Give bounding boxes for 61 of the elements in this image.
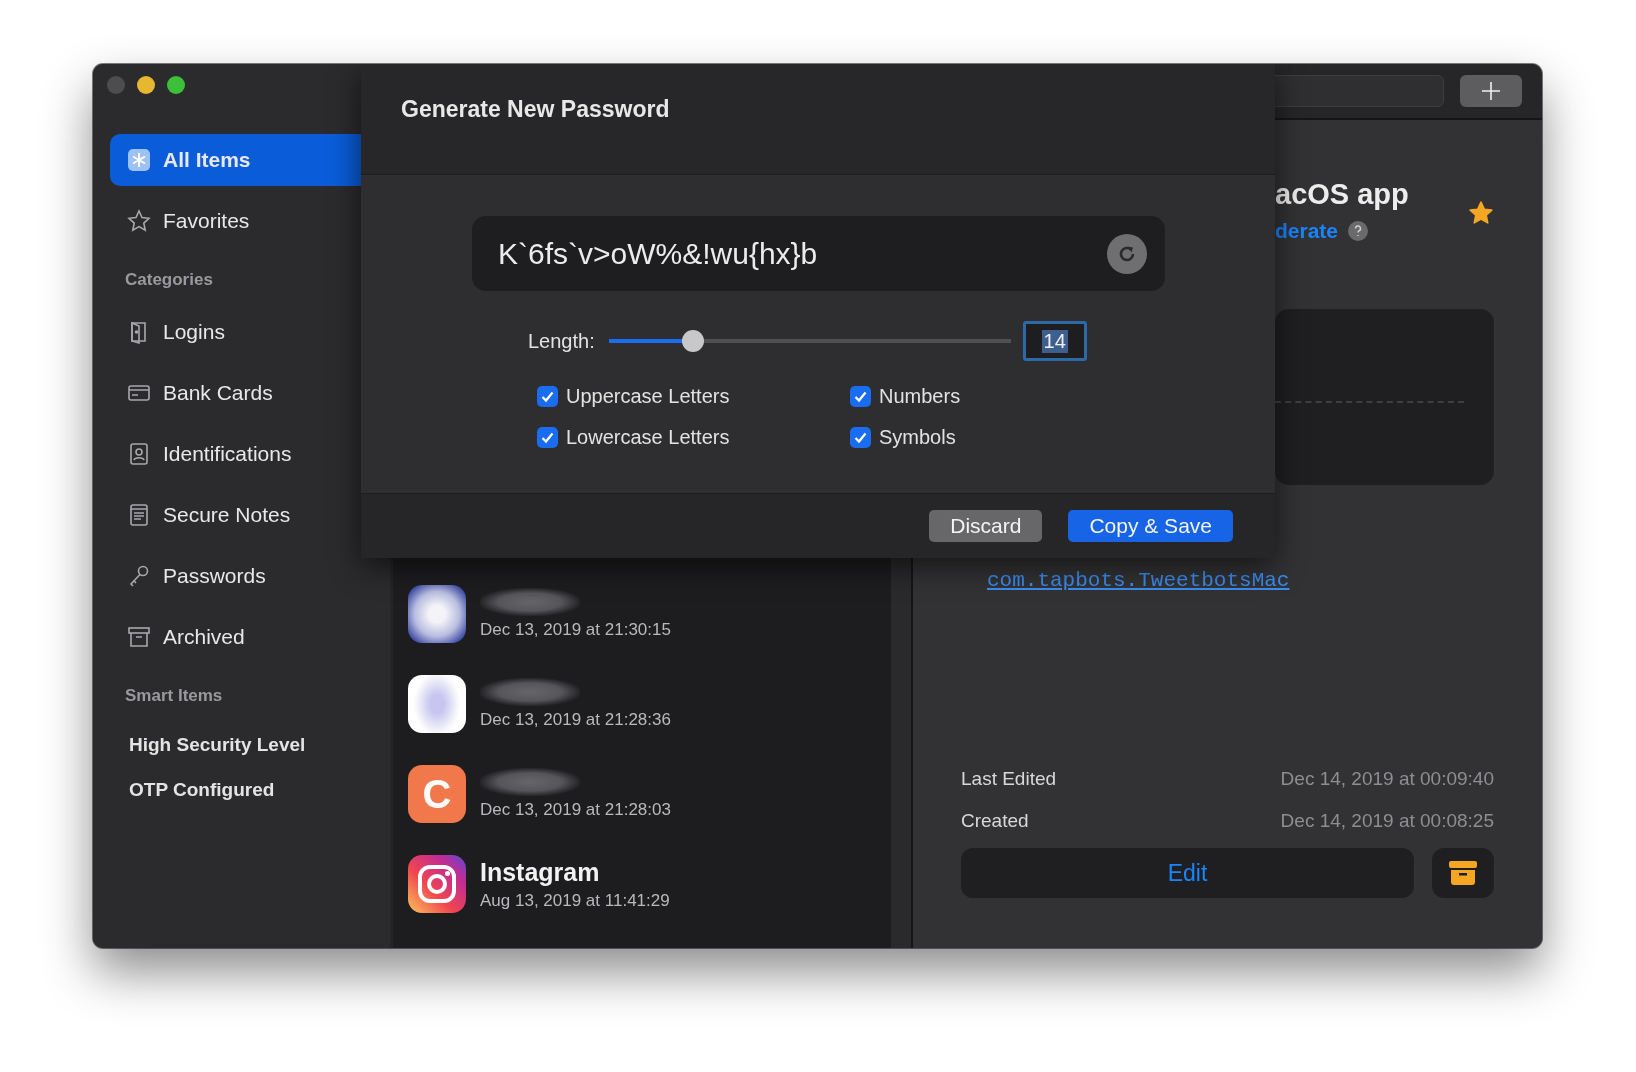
star-icon: [127, 209, 151, 233]
star-icon[interactable]: [1468, 200, 1494, 226]
check-icon: [853, 430, 868, 445]
add-button[interactable]: [1460, 75, 1522, 107]
item-date: Dec 13, 2019 at 21:28:03: [480, 800, 671, 820]
sidebar-item[interactable]: Secure Notes: [110, 489, 390, 541]
item-title: Instagram: [480, 857, 601, 887]
option-checkbox[interactable]: Lowercase Letters: [537, 426, 850, 449]
length-label: Length:: [528, 329, 595, 353]
save-button[interactable]: Copy & Save: [1068, 510, 1233, 542]
sidebar-item[interactable]: Identifications: [110, 428, 390, 480]
section-heading: Smart Items: [124, 685, 224, 707]
meta-value: Dec 14, 2019 at 00:09:40: [1280, 768, 1494, 790]
sidebar-item[interactable]: Bank Cards: [110, 367, 390, 419]
app-icon: C: [408, 765, 466, 823]
check-icon: [540, 430, 555, 445]
sidebar-item[interactable]: Archived: [110, 611, 390, 663]
section-heading: Categories: [124, 269, 214, 291]
discard-button[interactable]: Discard: [929, 510, 1043, 542]
refresh-button[interactable]: [1107, 233, 1147, 274]
meta-label: Created: [961, 810, 1029, 832]
meta-label: Last Edited: [961, 768, 1057, 790]
note-icon: [127, 503, 151, 527]
checkbox[interactable]: [850, 427, 871, 448]
check-icon: [540, 389, 555, 404]
camera-app-icon: [408, 855, 466, 913]
item-date: Dec 13, 2019 at 21:30:15: [480, 620, 671, 640]
archive-button[interactable]: [1432, 848, 1494, 898]
length-field[interactable]: 14: [1022, 321, 1087, 361]
dialog-title: Generate New Password: [401, 96, 670, 123]
option-checkbox[interactable]: Numbers: [850, 385, 961, 408]
app-icon: [408, 585, 466, 643]
sidebar-item[interactable]: Favorites: [110, 195, 390, 247]
edit-button[interactable]: Edit: [961, 848, 1414, 898]
zoom-button[interactable]: [167, 76, 185, 94]
sidebar-item[interactable]: Passwords: [110, 550, 390, 602]
sidebar-item[interactable]: OTP Configured: [93, 767, 390, 812]
item-title: acOS app: [1275, 178, 1409, 211]
app-icon: [408, 675, 466, 733]
id-card-icon: [127, 442, 151, 466]
sidebar-item[interactable]: High Security Level: [93, 722, 390, 767]
slider-thumb[interactable]: [682, 330, 705, 352]
plus-icon: [1481, 81, 1501, 101]
asterisk-icon: [127, 148, 151, 172]
help-icon[interactable]: [1348, 221, 1369, 241]
checkbox[interactable]: [850, 386, 871, 407]
minimize-button[interactable]: [137, 76, 155, 94]
option-checkbox[interactable]: Symbols: [850, 426, 961, 449]
sidebar-item[interactable]: Logins: [110, 306, 390, 358]
archive-box-icon: [1448, 860, 1478, 886]
checkbox[interactable]: [537, 386, 558, 407]
meta-value: Dec 14, 2019 at 00:08:25: [1280, 810, 1494, 832]
check-icon: [853, 389, 868, 404]
option-checkbox[interactable]: Uppercase Letters: [537, 385, 850, 408]
password-field[interactable]: K`6fs`v>oW%&!wu{hx}b: [472, 216, 1165, 291]
strength-label: derate: [1275, 219, 1339, 243]
archive-box-icon: [127, 625, 151, 649]
item-date: Aug 13, 2019 at 11:41:29: [480, 890, 670, 911]
key-icon: [127, 564, 151, 588]
item-date: Dec 13, 2019 at 21:28:36: [480, 710, 671, 730]
checkbox[interactable]: [537, 427, 558, 448]
